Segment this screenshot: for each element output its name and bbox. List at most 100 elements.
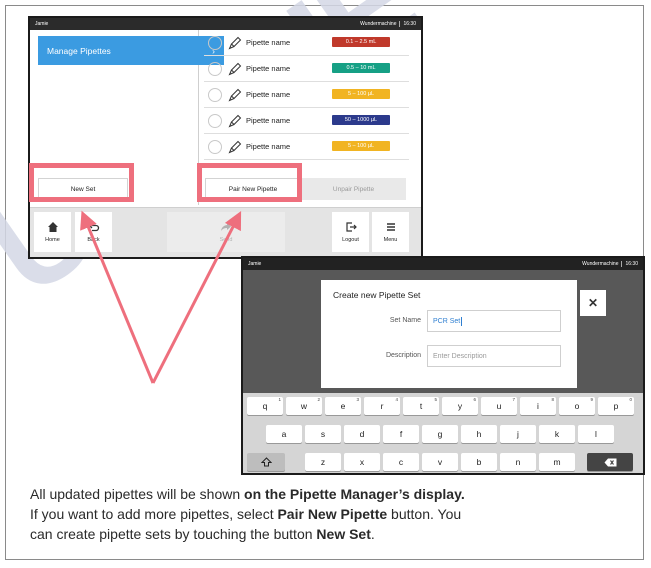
logout-button[interactable]: Logout <box>332 212 369 252</box>
menu-button[interactable]: Menu <box>372 212 409 252</box>
key-char: f <box>399 429 403 439</box>
key-number-hint: 2 <box>317 397 320 402</box>
pipette-name: Pipette name <box>246 142 291 151</box>
close-button[interactable]: ✕ <box>580 290 606 316</box>
pipette-select-radio[interactable] <box>208 61 222 76</box>
key-char: l <box>595 429 597 439</box>
pipette-row[interactable]: Pipette name 5 – 100 µL <box>204 82 409 108</box>
pipette-row[interactable]: Pipette name 5 – 100 µL <box>204 134 409 160</box>
key-char: g <box>437 429 443 439</box>
key-t[interactable]: t5 <box>403 397 439 415</box>
key-c[interactable]: c <box>383 453 419 471</box>
manage-pipettes-item[interactable]: Manage Pipettes › <box>38 36 224 65</box>
pipette-row[interactable]: Pipette name 0.5 – 10 mL <box>204 56 409 82</box>
volume-range-badge: 50 – 1000 µL <box>332 115 390 125</box>
key-i[interactable]: i8 <box>520 397 556 415</box>
key-x[interactable]: x <box>344 453 380 471</box>
shift-icon <box>260 457 272 467</box>
pipette-manager-screen: Jamie Wundermachine 16:30 Manage Pipette… <box>28 16 423 259</box>
key-y[interactable]: y6 <box>442 397 478 415</box>
volume-range-badge: 5 – 100 µL <box>332 141 390 151</box>
key-char: u <box>496 401 502 411</box>
key-char: y <box>457 401 463 411</box>
key-char: t <box>419 401 423 411</box>
key-number-hint: 0 <box>629 397 632 402</box>
caption-text-1a: All updated pipettes will be shown <box>30 486 245 502</box>
key-o[interactable]: o9 <box>559 397 595 415</box>
key-p[interactable]: p0 <box>598 397 634 415</box>
key-number-hint: 1 <box>278 397 281 402</box>
pipette-name: Pipette name <box>246 38 291 47</box>
key-char: k <box>554 429 560 439</box>
pipette-select-radio[interactable] <box>208 139 222 154</box>
device-name-2: Wundermachine <box>582 261 619 267</box>
caption-bold-3b: New Set <box>316 526 371 542</box>
volume-range-badge: 0.1 – 2.5 mL <box>332 37 390 47</box>
key-char: e <box>340 401 346 411</box>
key-char: w <box>300 401 308 411</box>
unpair-pipette-button[interactable]: Unpair Pipette <box>301 178 406 200</box>
key-b[interactable]: b <box>461 453 497 471</box>
key-f[interactable]: f <box>383 425 419 443</box>
key-a[interactable]: a <box>266 425 302 443</box>
key-n[interactable]: n <box>500 453 536 471</box>
key-char: m <box>553 457 561 467</box>
key-u[interactable]: u7 <box>481 397 517 415</box>
key-number-hint: 4 <box>395 397 398 402</box>
dialog-title: Create new Pipette Set <box>333 290 421 300</box>
status-bar-2: Jamie Wundermachine 16:30 <box>243 258 643 270</box>
back-button[interactable]: Back <box>75 212 112 252</box>
pipette-icon <box>228 62 242 76</box>
key-d[interactable]: d <box>344 425 380 443</box>
on-screen-keyboard: q1w2e3r4t5y6u7i8o9p0asdfghjklzxcvbnm <box>243 393 643 473</box>
pipette-row[interactable]: Pipette name 50 – 1000 µL <box>204 108 409 134</box>
description-input[interactable]: Enter Description <box>427 345 561 367</box>
clock: 16:30 <box>403 21 416 27</box>
backspace-icon <box>604 458 616 466</box>
key-r[interactable]: r4 <box>364 397 400 415</box>
key-s[interactable]: s <box>305 425 341 443</box>
pipette-name: Pipette name <box>246 90 291 99</box>
pipette-select-radio[interactable] <box>208 113 222 128</box>
new-set-highlight <box>29 163 134 202</box>
set-name-input[interactable]: PCR Set <box>427 310 561 332</box>
pipette-select-radio[interactable] <box>208 35 222 50</box>
key-number-hint: 5 <box>434 397 437 402</box>
pipette-row[interactable]: Pipette name 0.1 – 2.5 mL <box>204 30 409 56</box>
device-name: Wundermachine <box>360 21 397 27</box>
pipette-select-radio[interactable] <box>208 87 222 102</box>
key-l[interactable]: l <box>578 425 614 443</box>
home-button[interactable]: Home <box>34 212 71 252</box>
pipette-icon <box>228 140 242 154</box>
volume-range-badge: 0.5 – 10 mL <box>332 63 390 73</box>
key-h[interactable]: h <box>461 425 497 443</box>
pipette-list: Pipette name 0.1 – 2.5 mL Pipette name 0.5 … <box>204 30 409 160</box>
key-char: o <box>574 401 580 411</box>
key-char: p <box>613 401 619 411</box>
key-v[interactable]: v <box>422 453 458 471</box>
volume-range-badge: 5 – 100 µL <box>332 89 390 99</box>
key-w[interactable]: w2 <box>286 397 322 415</box>
key-char: z <box>320 457 326 467</box>
key-k[interactable]: k <box>539 425 575 443</box>
key-char: r <box>380 401 384 411</box>
key-char: x <box>359 457 365 467</box>
caption-text-3a: can create pipette sets by touching the … <box>30 526 317 542</box>
key-q[interactable]: q1 <box>247 397 283 415</box>
key-z[interactable]: z <box>305 453 341 471</box>
user-name: Jamie <box>35 21 49 27</box>
send-button[interactable]: Send <box>167 212 285 252</box>
shift-key[interactable] <box>247 453 285 471</box>
key-char: a <box>281 429 287 439</box>
backspace-key[interactable] <box>587 453 633 471</box>
key-e[interactable]: e3 <box>325 397 361 415</box>
key-j[interactable]: j <box>500 425 536 443</box>
key-g[interactable]: g <box>422 425 458 443</box>
caption-text-2c: button. You <box>387 506 462 522</box>
create-set-screen: Jamie Wundermachine 16:30 Create new Pip… <box>241 256 645 475</box>
key-m[interactable]: m <box>539 453 575 471</box>
key-char: h <box>476 429 482 439</box>
description-placeholder: Enter Description <box>433 352 487 360</box>
back-label: Back <box>87 237 100 243</box>
pipette-icon <box>228 36 242 50</box>
